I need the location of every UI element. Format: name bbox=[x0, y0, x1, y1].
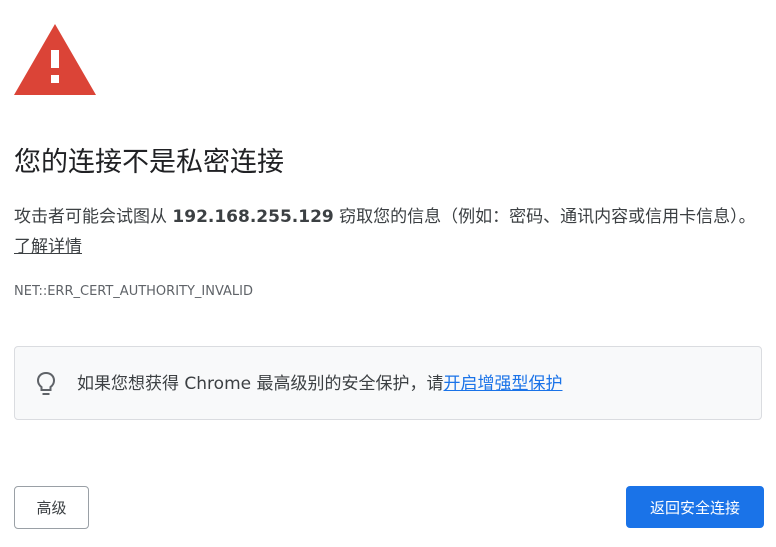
enhanced-protection-text: 如果您想获得 Chrome 最高级别的安全保护，请 bbox=[77, 374, 444, 394]
description-suffix: 窃取您的信息（例如：密码、通讯内容或信用卡信息）。 bbox=[333, 207, 756, 227]
lightbulb-icon bbox=[36, 371, 56, 395]
learn-more-link[interactable]: 了解详情 bbox=[14, 237, 82, 257]
warning-triangle-icon bbox=[14, 24, 96, 95]
advanced-button[interactable]: 高级 bbox=[14, 486, 89, 529]
ssl-interstitial-page: 您的连接不是私密连接 攻击者可能会试图从 192.168.255.129 窃取您… bbox=[0, 0, 776, 547]
enhanced-protection-message: 如果您想获得 Chrome 最高级别的安全保护，请开启增强型保护 bbox=[77, 371, 563, 397]
error-description: 攻击者可能会试图从 192.168.255.129 窃取您的信息（例如：密码、通… bbox=[14, 202, 764, 262]
enable-enhanced-protection-link[interactable]: 开启增强型保护 bbox=[444, 374, 563, 394]
enhanced-protection-box: 如果您想获得 Chrome 最高级别的安全保护，请开启增强型保护 bbox=[14, 346, 762, 420]
host-address: 192.168.255.129 bbox=[172, 207, 334, 227]
back-to-safety-button[interactable]: 返回安全连接 bbox=[626, 486, 764, 528]
description-prefix: 攻击者可能会试图从 bbox=[14, 207, 173, 227]
page-title: 您的连接不是私密连接 bbox=[14, 147, 284, 178]
error-code: NET::ERR_CERT_AUTHORITY_INVALID bbox=[14, 284, 254, 299]
